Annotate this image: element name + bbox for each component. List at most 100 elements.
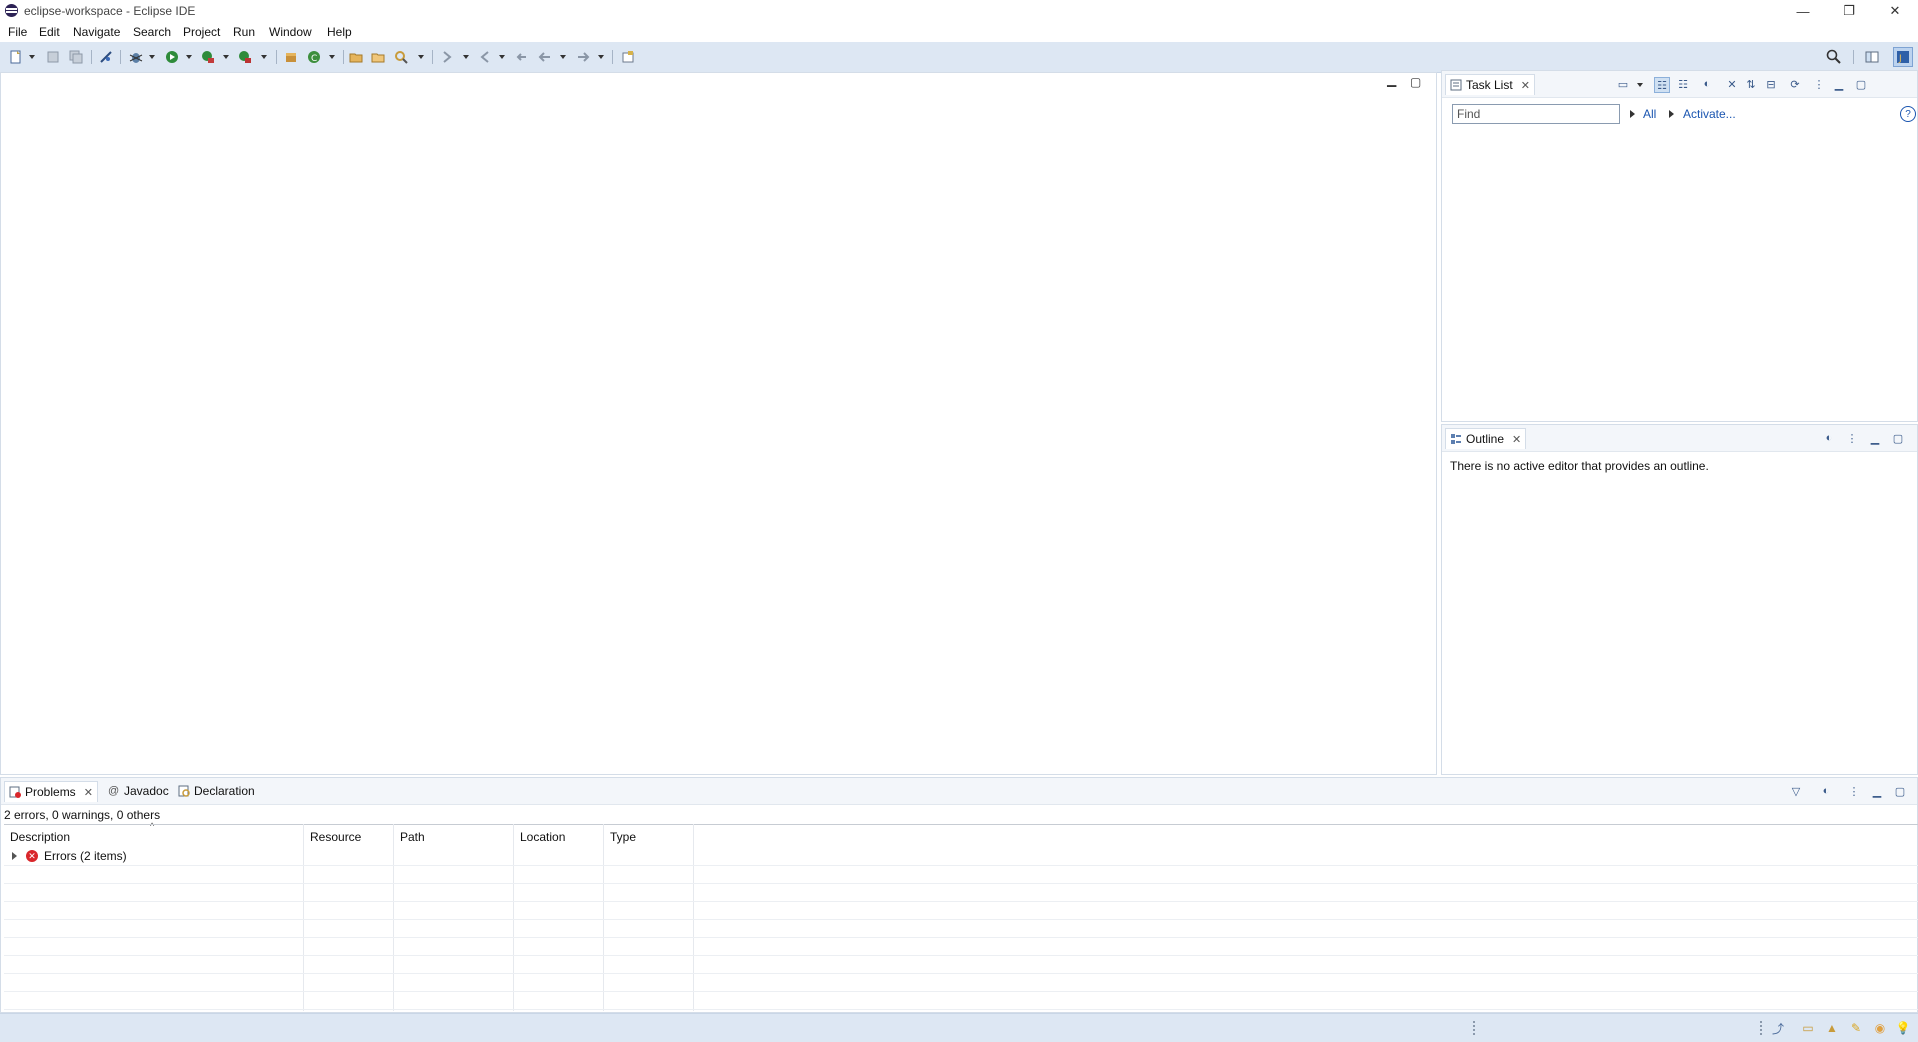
task-find-input[interactable] <box>1452 104 1620 124</box>
pin-editor-icon[interactable] <box>620 49 636 65</box>
restore-button[interactable]: ❐ <box>1826 0 1872 22</box>
problems-minimize-icon[interactable]: ▁ <box>1870 784 1884 798</box>
close-icon[interactable]: ✕ <box>1521 79 1530 92</box>
debug-icon[interactable] <box>128 49 144 65</box>
new-java-class-icon[interactable]: C <box>306 49 322 65</box>
categorized-icon[interactable]: ☷ <box>1654 77 1670 93</box>
search-toolbar-icon[interactable] <box>393 49 409 65</box>
run-icon[interactable] <box>164 49 180 65</box>
external-tools-icon[interactable] <box>237 49 253 65</box>
menu-help[interactable]: Help <box>327 25 352 39</box>
outline-maximize-icon[interactable]: ▢ <box>1891 431 1905 445</box>
marketplace-icon[interactable]: ◉ <box>1873 1021 1887 1035</box>
editor-maximize-icon[interactable]: ▢ <box>1410 75 1421 89</box>
status-divider <box>1473 1021 1477 1035</box>
menu-edit[interactable]: Edit <box>39 25 60 39</box>
focus-icon[interactable]: ◐ <box>1819 784 1833 798</box>
column-location[interactable]: Location <box>514 827 604 847</box>
new-java-package-icon[interactable] <box>283 49 299 65</box>
task-list-maximize-icon[interactable]: ▢ <box>1854 77 1868 91</box>
new-task-dropdown-icon[interactable] <box>1637 83 1643 87</box>
close-window-button[interactable]: ✕ <box>1872 0 1918 22</box>
next-annotation-icon[interactable] <box>440 49 456 65</box>
pencil-icon[interactable]: ✎ <box>1849 1021 1863 1035</box>
forward-dropdown-icon[interactable] <box>598 55 604 59</box>
open-task-icon[interactable] <box>370 49 386 65</box>
search-icon[interactable] <box>1826 49 1842 65</box>
outline-icon <box>1451 434 1461 444</box>
menu-window[interactable]: Window <box>269 25 312 39</box>
new-dropdown-icon[interactable] <box>29 55 35 59</box>
tutorial-icon[interactable]: ▲ <box>1825 1021 1839 1035</box>
all-link[interactable]: All <box>1643 107 1656 121</box>
view-menu-icon[interactable]: ⋮ <box>1845 431 1859 445</box>
previous-annotation-dropdown-icon[interactable] <box>499 55 505 59</box>
run-dropdown-icon[interactable] <box>186 55 192 59</box>
view-menu-icon[interactable]: ⋮ <box>1812 77 1826 91</box>
column-description[interactable]: Description <box>4 827 304 847</box>
last-edit-location-icon[interactable] <box>513 49 529 65</box>
tab-declaration[interactable]: Declaration <box>178 781 255 801</box>
minimize-button[interactable]: — <box>1780 0 1826 22</box>
problems-maximize-icon[interactable]: ▢ <box>1893 784 1907 798</box>
debug-dropdown-icon[interactable] <box>149 55 155 59</box>
close-icon[interactable]: ✕ <box>1512 433 1521 446</box>
open-type-icon[interactable] <box>348 49 364 65</box>
save-icon[interactable] <box>45 49 61 65</box>
scheduled-icon[interactable]: ☷ <box>1676 77 1690 91</box>
editor-area[interactable]: ▁ ▢ <box>0 72 1437 775</box>
skip-breakpoints-icon[interactable] <box>98 49 114 65</box>
tab-javadoc[interactable]: @ Javadoc <box>108 781 169 801</box>
focus-icon[interactable]: ◐ <box>1700 77 1714 91</box>
java-perspective-icon[interactable]: J <box>1893 47 1913 67</box>
focus-icon[interactable]: ◐ <box>1822 431 1836 445</box>
expand-arrow-icon[interactable] <box>12 852 17 860</box>
back-icon[interactable] <box>537 49 553 65</box>
filter-icon[interactable]: ▽ <box>1789 784 1803 798</box>
editor-minimize-icon[interactable]: ▁ <box>1387 73 1396 87</box>
problems-summary: 2 errors, 0 warnings, 0 others <box>4 808 161 822</box>
coverage-icon[interactable] <box>200 49 216 65</box>
tips-icon[interactable]: ⤴ <box>1771 1021 1785 1036</box>
task-repositories-icon[interactable]: ⟳ <box>1788 77 1802 91</box>
lightbulb-icon[interactable]: 💡 <box>1896 1021 1911 1035</box>
sync-icon[interactable]: ⇅ <box>1744 77 1758 91</box>
table-row[interactable]: ✕ Errors (2 items) <box>4 847 1918 866</box>
column-type[interactable]: Type <box>604 827 694 847</box>
column-resource[interactable]: Resource <box>304 827 394 847</box>
tab-outline[interactable]: Outline ✕ <box>1445 428 1527 449</box>
table-row <box>4 865 1918 884</box>
svg-text:C: C <box>311 54 317 64</box>
search-dropdown-icon[interactable] <box>418 55 424 59</box>
menu-search[interactable]: Search <box>133 25 171 39</box>
task-list-minimize-icon[interactable]: ▁ <box>1832 77 1846 91</box>
coverage-dropdown-icon[interactable] <box>223 55 229 59</box>
new-class-dropdown-icon[interactable] <box>329 55 335 59</box>
menu-run[interactable]: Run <box>233 25 255 39</box>
menu-project[interactable]: Project <box>183 25 220 39</box>
menu-navigate[interactable]: Navigate <box>73 25 120 39</box>
save-all-icon[interactable] <box>68 49 84 65</box>
outline-empty-message: There is no active editor that provides … <box>1450 459 1709 473</box>
forward-icon[interactable] <box>575 49 591 65</box>
help-icon[interactable]: ? <box>1900 106 1916 122</box>
view-menu-icon[interactable]: ⋮ <box>1847 784 1861 798</box>
external-tools-dropdown-icon[interactable] <box>261 55 267 59</box>
toolbar-separator <box>612 50 613 64</box>
new-task-icon[interactable]: ▭ <box>1616 77 1630 91</box>
collapse-all-icon[interactable]: ⊟ <box>1764 77 1778 91</box>
activate-link[interactable]: Activate... <box>1683 107 1736 121</box>
next-annotation-dropdown-icon[interactable] <box>463 55 469 59</box>
tab-task-list[interactable]: Task List ✕ <box>1445 74 1535 95</box>
tab-problems[interactable]: Problems ✕ <box>4 781 98 802</box>
outline-minimize-icon[interactable]: ▁ <box>1868 431 1882 445</box>
new-icon[interactable] <box>8 49 24 65</box>
previous-annotation-icon[interactable] <box>476 49 492 65</box>
book-icon[interactable]: ▭ <box>1801 1021 1815 1035</box>
close-icon[interactable]: ✕ <box>84 786 93 799</box>
menu-file[interactable]: File <box>8 25 27 39</box>
column-path[interactable]: Path <box>394 827 514 847</box>
open-perspective-icon[interactable] <box>1864 49 1880 65</box>
hide-completed-icon[interactable]: ✕ <box>1725 77 1739 91</box>
back-dropdown-icon[interactable] <box>560 55 566 59</box>
